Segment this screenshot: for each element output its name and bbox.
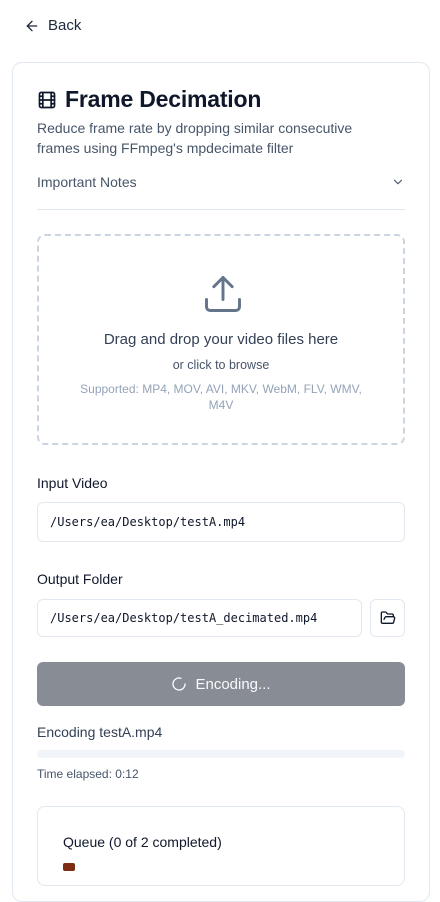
time-elapsed: Time elapsed: 0:12: [37, 767, 139, 781]
back-label: Back: [48, 17, 82, 34]
folder-open-icon: [380, 611, 395, 624]
queue-panel: Queue (0 of 2 completed): [37, 806, 405, 886]
browse-folder-button[interactable]: [370, 599, 405, 637]
loader-icon: [172, 677, 187, 691]
chevron-down-icon: [393, 179, 403, 184]
input-video-label: Input Video: [37, 475, 108, 491]
output-folder-field[interactable]: /Users/ea/Desktop/testA_decimated.mp4: [37, 599, 362, 637]
important-notes-label: Important Notes: [37, 173, 137, 190]
encode-button[interactable]: Encoding...: [37, 662, 405, 706]
queue-title: Queue (0 of 2 completed): [63, 834, 222, 850]
page-title: Frame Decimation: [65, 86, 262, 112]
dropzone-subtitle: or click to browse: [172, 358, 270, 372]
input-video-field[interactable]: /Users/ea/Desktop/testA.mp4: [37, 502, 405, 542]
progress-bar: [37, 750, 405, 758]
file-dropzone[interactable]: Drag and drop your video files here or c…: [37, 234, 405, 445]
dropzone-title: Drag and drop your video files here: [103, 331, 339, 348]
page-subtitle: Reduce frame rate by dropping similar co…: [37, 120, 353, 156]
encoding-status: Encoding testA.mp4: [37, 724, 163, 740]
important-notes-toggle[interactable]: Important Notes: [37, 172, 405, 210]
back-button[interactable]: Back: [24, 17, 81, 34]
title-row: Frame Decimation: [37, 86, 261, 113]
encode-button-label: Encoding...: [195, 675, 271, 693]
film-icon: [38, 91, 56, 108]
dropzone-formats: Supported: MP4, MOV, AVI, MKV, WebM, FLV…: [80, 382, 362, 412]
upload-icon: [205, 276, 241, 312]
output-folder-label: Output Folder: [37, 571, 123, 587]
queue-item-icon: [63, 863, 75, 871]
arrow-left-icon: [26, 20, 38, 31]
